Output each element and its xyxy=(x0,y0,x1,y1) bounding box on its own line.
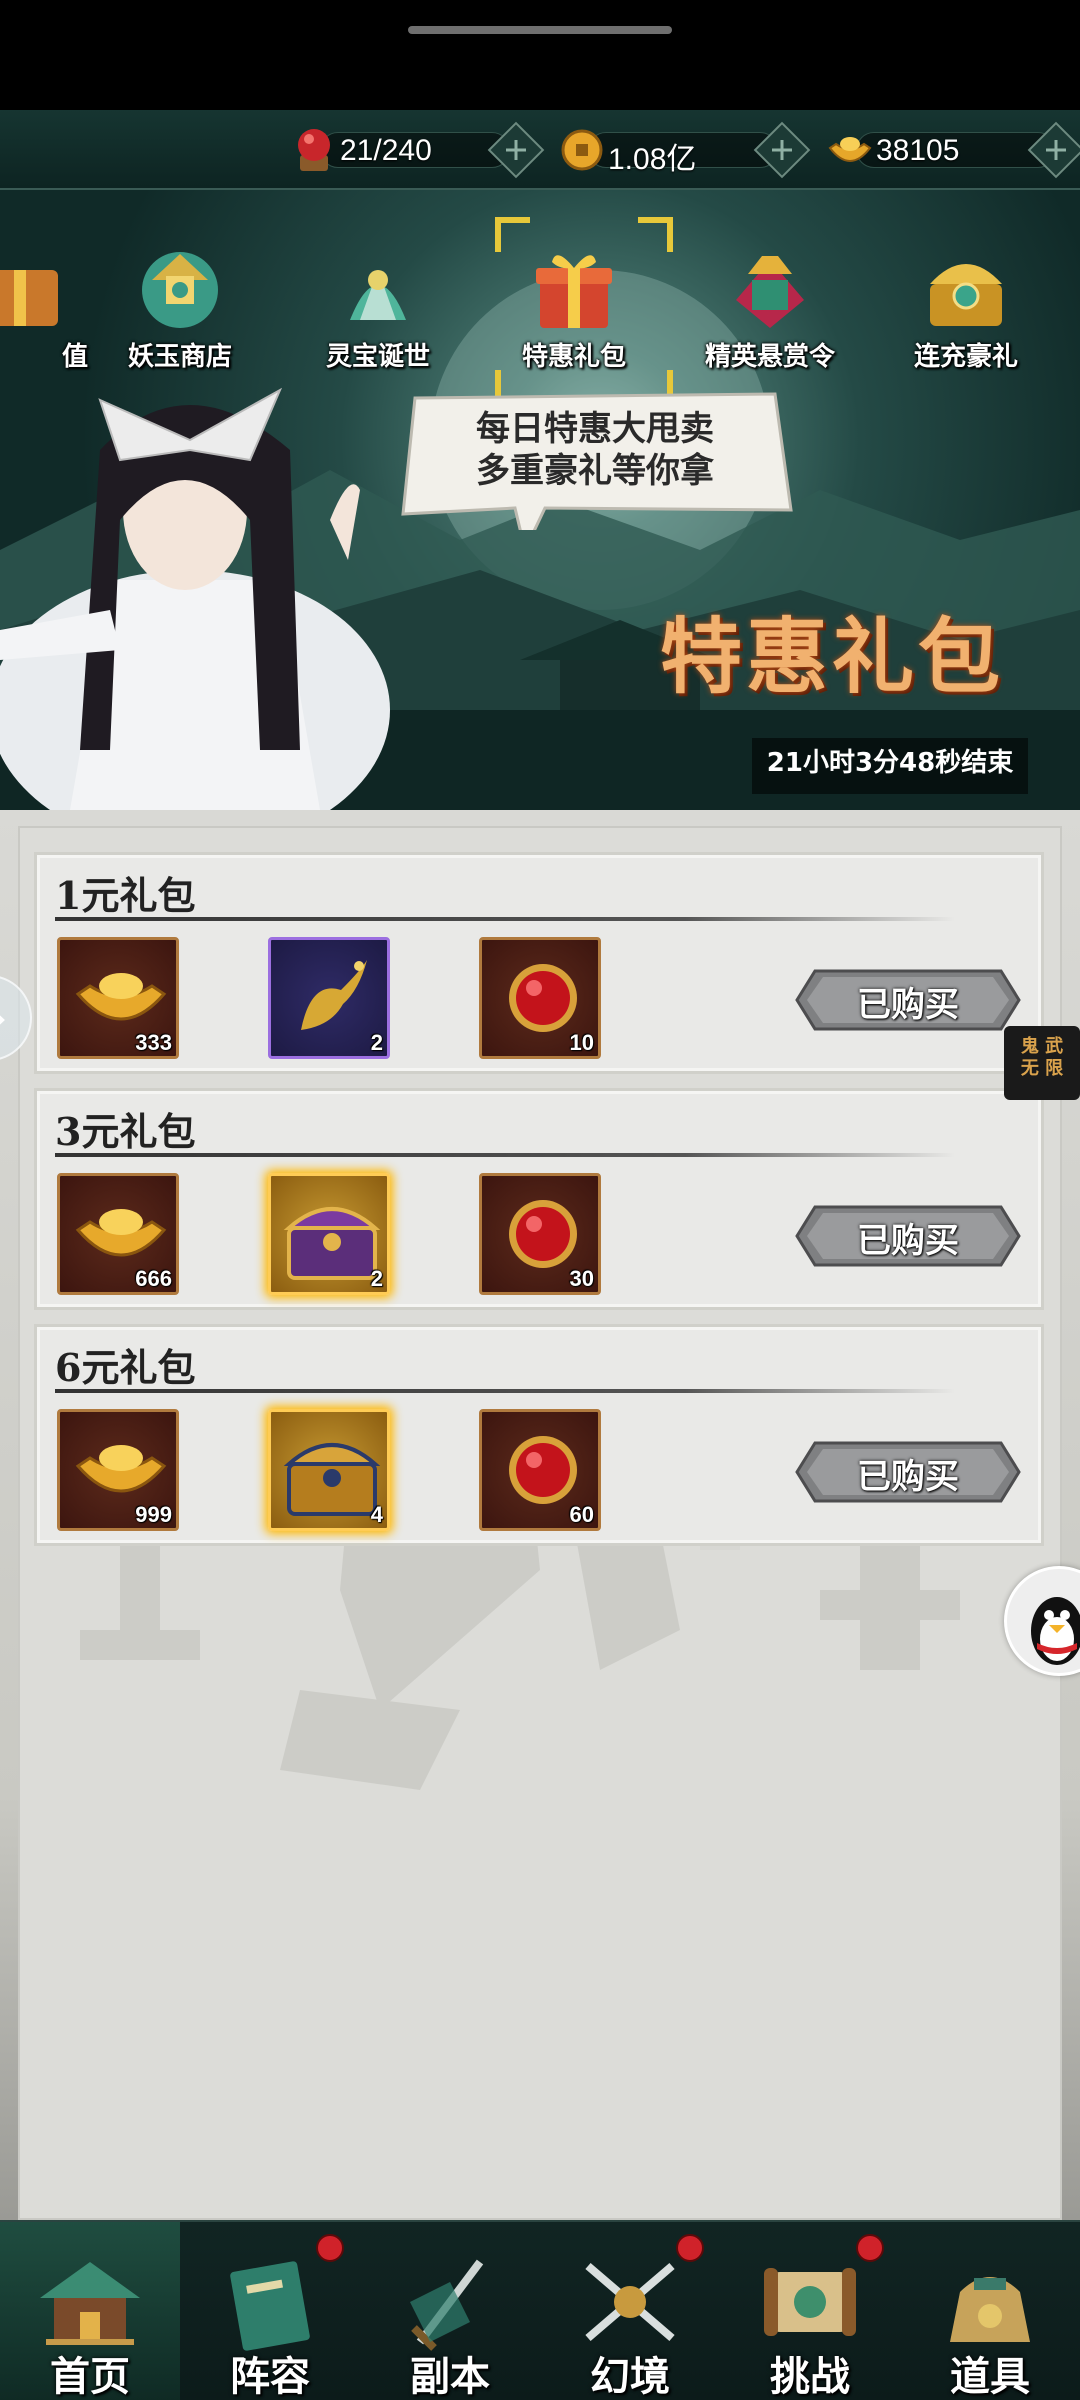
gesture-bar xyxy=(408,26,672,34)
promo-line-1: 鬼 武 xyxy=(1020,1036,1064,1057)
nav-lineup[interactable]: 阵容 xyxy=(180,2222,360,2400)
speech-text: 每日特惠大甩卖 多重豪礼等你拿 xyxy=(395,408,795,492)
reward-item-dragon[interactable]: 2 xyxy=(268,937,390,1059)
purchased-button[interactable]: 已购买 xyxy=(795,1441,1021,1503)
event-tab-label: 妖玉商店 xyxy=(127,342,232,372)
nav-illusion[interactable]: 幻境 xyxy=(540,2222,720,2400)
purchased-button[interactable]: 已购买 xyxy=(795,969,1021,1031)
nav-label: 幻境 xyxy=(590,2353,670,2400)
event-tab-jade-shop[interactable]: 妖玉商店 xyxy=(90,220,270,410)
jade-shop-icon xyxy=(142,252,218,328)
package-name: 3元礼包 xyxy=(55,1109,196,1154)
gift-pack-list-panel: 1元礼包 333 2 10 已购买 3元礼包 666 2 30 已购买 6元礼包… xyxy=(0,810,1080,2220)
coins-value: 1.08亿 xyxy=(608,143,697,176)
reward-item-red-orb[interactable]: 30 xyxy=(479,1173,601,1295)
resource-coins: 1.08亿 xyxy=(558,121,811,179)
resource-stamina: 21/240 xyxy=(290,121,545,179)
bottom-navigation: 首页 阵容 副本 幻境 挑战 道具 xyxy=(0,2220,1080,2400)
item-quantity: 666 xyxy=(135,1266,172,1291)
nav-home[interactable]: 首页 xyxy=(0,2222,180,2400)
reward-item-red-orb[interactable]: 60 xyxy=(479,1409,601,1531)
event-tab-recharge-gift[interactable]: 连充豪礼 xyxy=(876,220,1056,410)
add-ingots-button[interactable] xyxy=(1027,121,1080,179)
stamina-value: 21/240 xyxy=(340,134,432,167)
package-name: 1元礼包 xyxy=(55,873,196,918)
add-stamina-button[interactable] xyxy=(487,121,545,179)
side-promo-badge[interactable]: 鬼 武 无 限 xyxy=(1004,1026,1080,1100)
item-quantity: 4 xyxy=(370,1502,383,1527)
package-name: 6元礼包 xyxy=(55,1345,196,1390)
event-tab-label: 特惠礼包 xyxy=(521,342,626,372)
item-quantity: 30 xyxy=(569,1266,594,1291)
event-tab-gift-pack[interactable]: 特惠礼包 xyxy=(484,217,673,410)
event-tab-elite-bounty[interactable]: 精英悬赏令 xyxy=(680,220,860,410)
nav-challenge[interactable]: 挑战 xyxy=(720,2222,900,2400)
nav-label: 道具 xyxy=(950,2353,1030,2400)
chevron-right-icon xyxy=(0,1015,5,1025)
status-bar xyxy=(0,0,1080,110)
button-label: 已购买 xyxy=(857,985,959,1025)
add-coins-button[interactable] xyxy=(753,121,811,179)
divider xyxy=(55,917,955,921)
gift-package-3: 3元礼包 666 2 30 已购买 xyxy=(34,1088,1044,1310)
event-title: 特惠礼包 xyxy=(660,609,1005,705)
reward-item-ingot[interactable]: 666 xyxy=(57,1173,179,1295)
button-label: 已购买 xyxy=(857,1457,959,1497)
resource-bar: 21/240 1.08亿 38105 xyxy=(0,110,1080,190)
reward-item-ingot[interactable]: 333 xyxy=(57,937,179,1059)
reward-item-red-orb[interactable]: 10 xyxy=(479,937,601,1059)
nav-label: 首页 xyxy=(50,2353,130,2400)
event-tab-label: 精英悬赏令 xyxy=(704,342,835,372)
notification-dot xyxy=(316,2234,344,2262)
nav-dungeon[interactable]: 副本 xyxy=(360,2222,540,2400)
gift-package-1: 1元礼包 333 2 10 已购买 xyxy=(34,852,1044,1074)
reward-item-chest[interactable]: 4 xyxy=(268,1409,390,1531)
item-quantity: 333 xyxy=(135,1030,172,1055)
event-timer: 21小时3分48秒结束 xyxy=(766,748,1014,778)
speech-line-2: 多重豪礼等你拿 xyxy=(476,451,714,491)
event-tab-spirit-treasure[interactable]: 灵宝诞世 xyxy=(288,220,468,410)
notification-dot xyxy=(856,2234,884,2262)
treasure-chest-icon xyxy=(930,264,1002,326)
item-quantity: 60 xyxy=(569,1502,594,1527)
resource-ingots: 38105 xyxy=(826,121,1080,179)
red-orb-icon xyxy=(290,124,338,176)
notification-dot xyxy=(676,2234,704,2262)
reward-item-ingot[interactable]: 999 xyxy=(57,1409,179,1531)
item-quantity: 2 xyxy=(370,1266,383,1291)
bounty-icon xyxy=(736,256,804,328)
event-tab-label: 连充豪礼 xyxy=(913,342,1018,372)
event-banner: 值 妖玉商店 灵宝诞世 特惠礼包 精英悬赏令 连充豪礼 每日特惠大甩卖 多重豪礼… xyxy=(0,190,1080,810)
button-label: 已购买 xyxy=(857,1221,959,1261)
nav-label: 挑战 xyxy=(770,2353,850,2400)
gift-box-icon xyxy=(536,255,612,328)
nav-label: 阵容 xyxy=(230,2353,310,2400)
item-quantity: 10 xyxy=(569,1030,594,1055)
partial-gift-icon xyxy=(0,270,58,326)
coin-icon xyxy=(558,124,606,176)
nav-items[interactable]: 道具 xyxy=(900,2222,1080,2400)
item-quantity: 999 xyxy=(135,1502,172,1527)
item-quantity: 2 xyxy=(370,1030,383,1055)
gold-ingot-icon xyxy=(826,124,874,176)
promo-line-2: 无 限 xyxy=(1020,1058,1064,1079)
speech-line-1: 每日特惠大甩卖 xyxy=(476,409,714,449)
reward-item-chest[interactable]: 2 xyxy=(268,1173,390,1295)
ingots-value: 38105 xyxy=(876,134,960,167)
divider xyxy=(55,1389,955,1393)
event-tab-label: 灵宝诞世 xyxy=(325,342,430,372)
purchased-button[interactable]: 已购买 xyxy=(795,1205,1021,1267)
gift-package-6: 6元礼包 999 4 60 已购买 xyxy=(34,1324,1044,1546)
spirit-treasure-icon xyxy=(350,270,406,320)
nav-label: 副本 xyxy=(410,2353,490,2400)
divider xyxy=(55,1153,955,1157)
